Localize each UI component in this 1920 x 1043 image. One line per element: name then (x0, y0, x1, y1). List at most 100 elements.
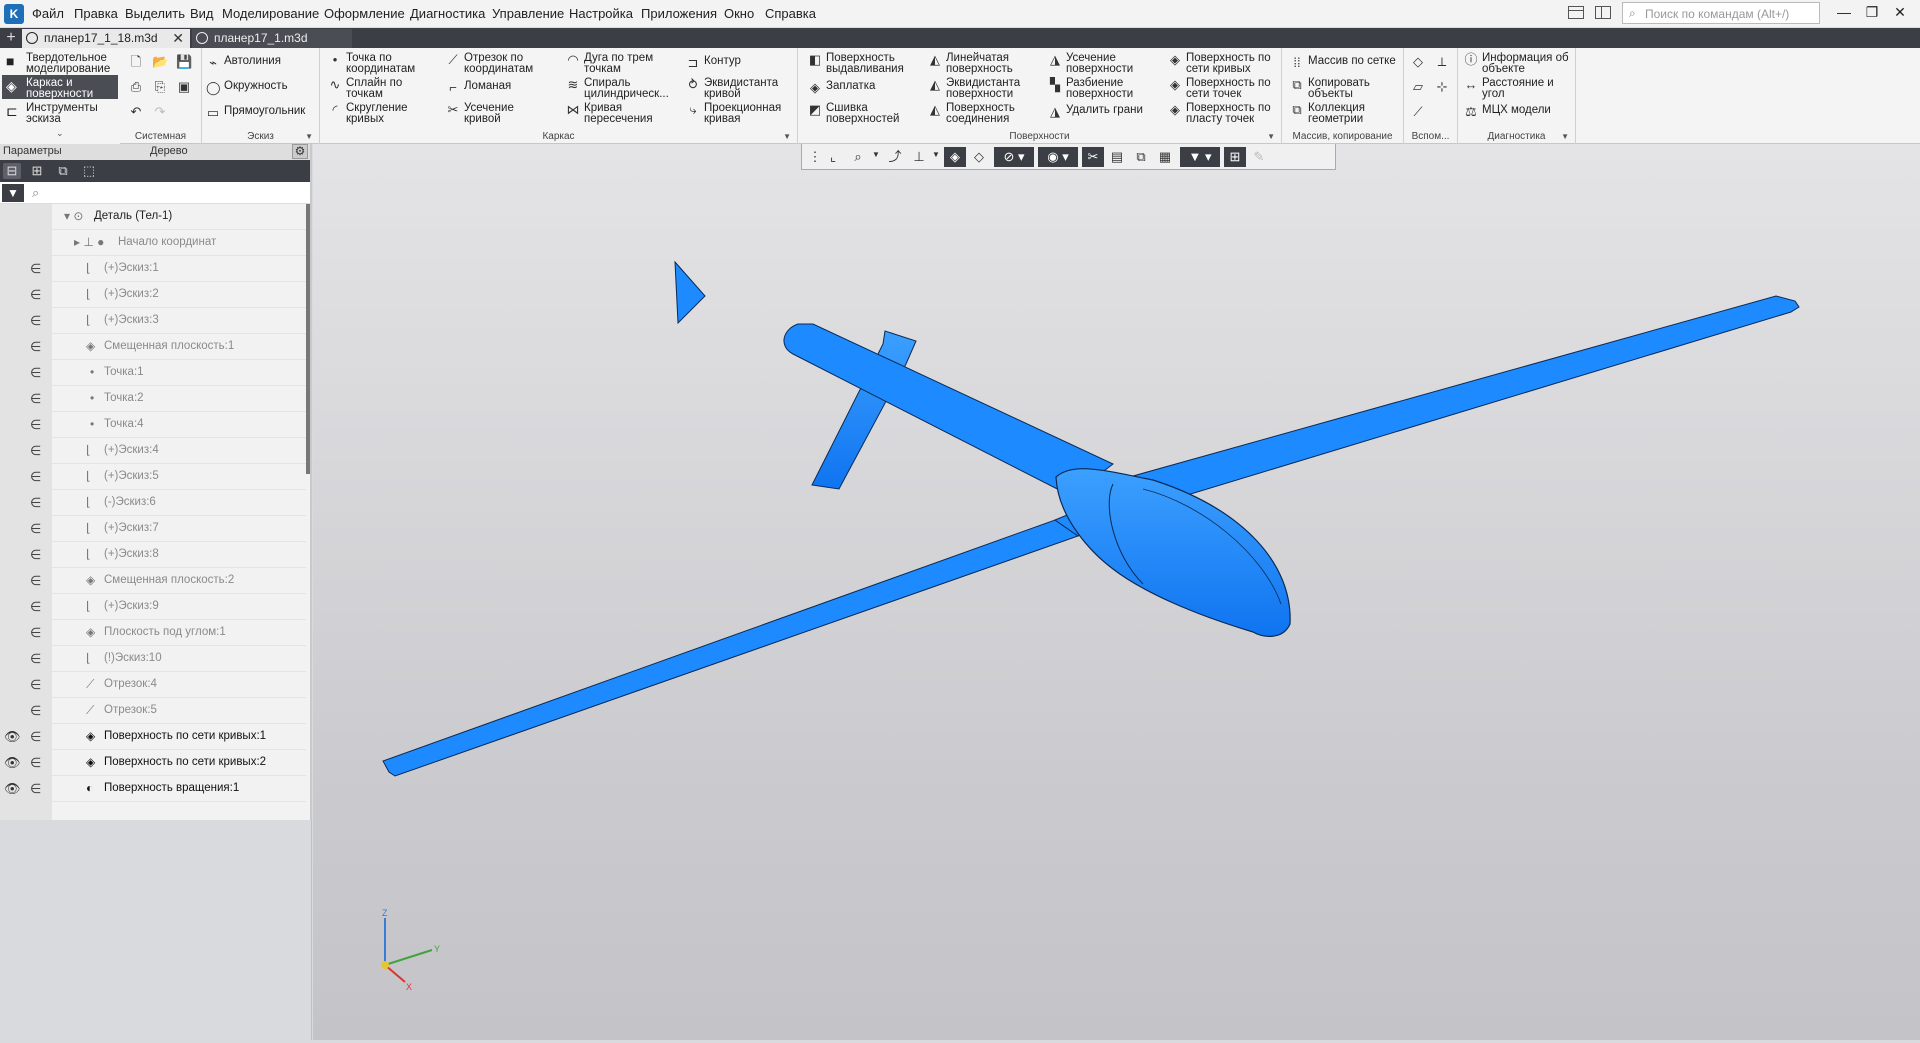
tree-item[interactable]: ∈ ⌊ (!)Эскиз:10 (0, 646, 306, 672)
copy-view-icon[interactable]: ⧉ (1130, 147, 1152, 167)
save-as-icon[interactable]: ▣ (176, 79, 192, 95)
hide-elements-icon[interactable]: ⊘ ▾ (994, 147, 1034, 167)
menu-design[interactable]: Оформление (324, 6, 405, 21)
tree-item[interactable]: ∈ ⌊ (+)Эскиз:9 (0, 594, 306, 620)
offset-surface-button[interactable]: ◭ Эквидистанта поверхности (926, 77, 1020, 100)
extrusion-surface-button[interactable]: ◧ Поверхность выдавливания (806, 52, 904, 75)
orientation-icon[interactable]: ⊥ (908, 147, 930, 167)
polyline-button[interactable]: ⌐ Ломаная (444, 80, 511, 94)
autoline-button[interactable]: ⌁ Автолиния (204, 55, 281, 69)
tree-item[interactable]: ∈ ⟋ Отрезок:5 (0, 698, 306, 724)
close-tab-icon[interactable]: ✕ (172, 30, 184, 47)
tree-item[interactable]: ∈ ◈ Смещенная плоскость:2 (0, 568, 306, 594)
menu-help[interactable]: Справка (765, 6, 816, 21)
mode-wireframe-surfaces[interactable]: ◈ Каркас и поверхности (2, 75, 118, 100)
snap-settings-icon[interactable]: ⊞ (1224, 147, 1246, 167)
group-dropdown-icon[interactable]: ▼ (1267, 132, 1275, 141)
tree-item[interactable]: ∈ ⌊ (+)Эскиз:5 (0, 464, 306, 490)
surface-by-curve-mesh-button[interactable]: ◈ Поверхность по сети кривых (1166, 52, 1271, 75)
structure-view-icon[interactable]: ⊞ (28, 163, 46, 179)
intersection-curve-button[interactable]: ⋈ Кривая пересечения (564, 102, 653, 125)
tree-item[interactable]: ∈ ⌊ (+)Эскиз:3 (0, 308, 306, 334)
visibility-eye-icon[interactable]: 👁 (4, 781, 21, 797)
menu-window[interactable]: Окно (724, 6, 754, 21)
mass-properties-button[interactable]: ⚖ МЦХ модели (1462, 104, 1551, 118)
distance-angle-button[interactable]: ↔ Расстояние и угол (1462, 77, 1554, 100)
command-search-input[interactable]: ⌕ Поиск по командам (Alt+/) (1622, 2, 1820, 24)
contour-button[interactable]: ⊐ Контур (684, 55, 741, 69)
wireframe-view-icon[interactable]: ◇ (968, 147, 990, 167)
app-logo-icon[interactable]: K (4, 4, 24, 24)
cylindrical-helix-button[interactable]: ≋ Спираль цилиндрическ... (564, 77, 669, 100)
tab-document-2[interactable]: планер17_1.m3d (192, 29, 352, 48)
collapse-chevron-icon[interactable]: ⌄ (56, 128, 64, 139)
segment-by-coords-button[interactable]: ⟋ Отрезок по координатам (444, 52, 533, 75)
new-file-icon[interactable]: 🗋 (128, 54, 144, 70)
aux-offset-plane-icon[interactable]: ▱ (1410, 79, 1426, 95)
pencil-icon[interactable]: ✎ (1248, 147, 1270, 167)
point-by-coords-button[interactable]: • Точка по координатам (326, 52, 415, 75)
circle-button[interactable]: ◯ Окружность (204, 80, 288, 94)
group-dropdown-icon[interactable]: ▼ (1561, 132, 1569, 141)
menu-view[interactable]: Вид (190, 6, 214, 21)
tab-parameters[interactable]: Параметры (3, 145, 62, 157)
tree-item[interactable]: 👁 ∈ ◈ Поверхность по сети кривых:2 (0, 750, 306, 776)
menu-edit[interactable]: Правка (74, 6, 118, 21)
trim-curve-button[interactable]: ✂ Усечение кривой (444, 102, 514, 125)
menu-manage[interactable]: Управление (492, 6, 564, 21)
view-orientation-icon[interactable]: ⌞ (822, 147, 844, 167)
aux-line-icon[interactable]: ⟋ (1410, 104, 1426, 120)
tree-item[interactable]: ∈ ⌊ (+)Эскиз:4 (0, 438, 306, 464)
split-layout-icon[interactable] (1595, 6, 1611, 19)
copy-objects-button[interactable]: ⧉ Копировать объекты (1288, 77, 1370, 100)
tree-scrollbar[interactable] (306, 204, 310, 474)
zoom-dropdown-icon[interactable]: ▼ (872, 150, 880, 159)
menu-select[interactable]: Выделить (125, 6, 185, 21)
offset-curve-button[interactable]: ⥁ Эквидистанта кривой (684, 77, 779, 100)
split-surface-button[interactable]: ▚ Разбиение поверхности (1046, 77, 1133, 100)
layout-icon[interactable] (1568, 6, 1584, 19)
filter-icon[interactable]: ▼ (2, 184, 24, 202)
tree-item[interactable]: ∈ • Точка:2 (0, 386, 306, 412)
show-elements-icon[interactable]: ◉ ▾ (1038, 147, 1078, 167)
visibility-eye-icon[interactable]: 👁 (4, 755, 21, 771)
mode-solid-modeling[interactable]: ■ Твердотельное моделирование (2, 50, 118, 75)
3d-viewport[interactable] (313, 144, 1920, 1040)
new-tab-button[interactable]: + (2, 29, 20, 47)
spline-by-points-button[interactable]: ∿ Сплайн по точкам (326, 77, 403, 100)
delete-faces-button[interactable]: ◮ Удалить грани (1046, 104, 1143, 118)
save-icon[interactable]: 💾 (176, 54, 192, 70)
tree-item[interactable]: ∈ ⌊ (+)Эскиз:7 (0, 516, 306, 542)
blend-surface-button[interactable]: ◭ Поверхность соединения (926, 102, 1015, 125)
fillet-curves-button[interactable]: ◜ Скругление кривых (326, 102, 407, 125)
preview-icon[interactable]: ⎘ (152, 79, 168, 95)
filter-selection-icon[interactable]: ▼ ▾ (1180, 147, 1220, 167)
zoom-icon[interactable]: ⌕ (847, 147, 869, 167)
surface-by-point-mesh-button[interactable]: ◈ Поверхность по сети точек (1166, 77, 1271, 100)
print-view-icon[interactable]: ▦ (1154, 147, 1176, 167)
rotate-view-icon[interactable]: ⤴ (884, 147, 906, 167)
menu-apps[interactable]: Приложения (641, 6, 717, 21)
rectangle-button[interactable]: ▭ Прямоугольник (204, 105, 305, 119)
tree-item[interactable]: 👁 ∈ ◈ Поверхность по сети кривых:1 (0, 724, 306, 750)
tree-view-icon[interactable]: ⊟ (3, 163, 21, 179)
surface-by-point-cloud-button[interactable]: ◈ Поверхность по пласту точек (1166, 102, 1271, 125)
model-canvas[interactable] (313, 144, 1920, 1040)
close-window-button[interactable]: ✕ (1890, 4, 1910, 21)
menu-diagnostics[interactable]: Диагностика (410, 6, 485, 21)
tree-item[interactable]: ∈ • Точка:1 (0, 360, 306, 386)
geometry-collection-button[interactable]: ⧉ Коллекция геометрии (1288, 102, 1365, 125)
tree-item[interactable]: ∈ • Точка:4 (0, 412, 306, 438)
menu-settings[interactable]: Настройка (569, 6, 633, 21)
tree-item[interactable]: ∈ ◈ Смещенная плоскость:1 (0, 334, 306, 360)
shaded-view-icon[interactable]: ◈ (944, 147, 966, 167)
tab-document-1[interactable]: планер17_1_18.m3d ✕ (22, 29, 190, 48)
arc-three-points-button[interactable]: ◠ Дуга по трем точкам (564, 52, 653, 75)
trim-surface-button[interactable]: ◮ Усечение поверхности (1046, 52, 1133, 75)
tree-item[interactable]: ∈ ⌊ (+)Эскиз:1 (0, 256, 306, 282)
open-file-icon[interactable]: 📂 (152, 54, 168, 70)
menu-file[interactable]: Файл (32, 6, 64, 21)
visibility-eye-icon[interactable]: 👁 (4, 729, 21, 745)
minimize-button[interactable]: — (1834, 4, 1854, 20)
tree-item[interactable]: ∈ ⌊ (-)Эскиз:6 (0, 490, 306, 516)
